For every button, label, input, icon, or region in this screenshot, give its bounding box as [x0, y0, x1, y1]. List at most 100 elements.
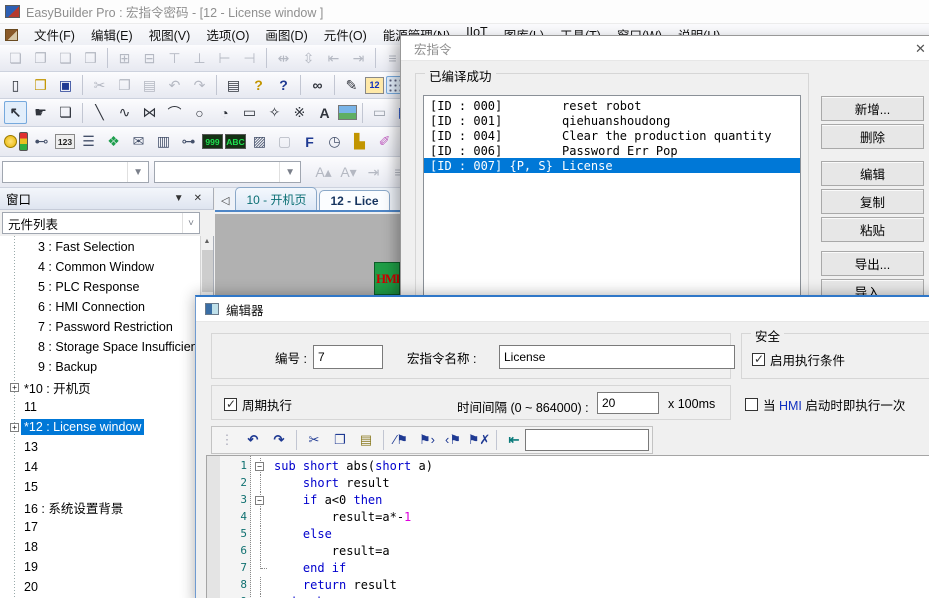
selection-frame-icon[interactable]: ▢	[273, 130, 296, 153]
fold-marker[interactable]: −	[253, 458, 269, 475]
group-icon[interactable]: ❏	[4, 47, 27, 70]
align-bottom-icon[interactable]: ⊥	[188, 47, 211, 70]
breakpoint-prev-icon[interactable]: ‹⚑	[441, 429, 465, 451]
line-tool-icon[interactable]: ╲	[88, 101, 111, 124]
tree-item[interactable]: +*12 : License window	[0, 417, 144, 437]
align-left-icon[interactable]: ⊢	[213, 47, 236, 70]
shape-rect-icon[interactable]: ▭	[368, 101, 391, 124]
menu-item[interactable]: 元件(O)	[316, 23, 375, 46]
macro-search-input[interactable]	[525, 429, 649, 451]
startup-checkbox[interactable]	[745, 398, 758, 411]
macro-id-input[interactable]	[313, 345, 383, 369]
picture-tool-icon[interactable]	[338, 105, 357, 120]
tree-item[interactable]: 6 : HMI Connection	[0, 297, 148, 317]
pen-edit-icon[interactable]: ✎	[340, 74, 363, 97]
menu-item[interactable]: 文件(F)	[26, 23, 83, 46]
tree-item[interactable]: 19	[0, 557, 41, 577]
notification-icon[interactable]: ✉	[127, 130, 150, 153]
export-button[interactable]: 导出...	[821, 251, 924, 276]
edit-button[interactable]: 编辑	[821, 161, 924, 186]
canvas-tab[interactable]: 10 - 开机页	[235, 187, 317, 210]
panel-close-icon[interactable]: ✕	[189, 193, 207, 204]
macro-dialog-titlebar[interactable]: 宏指令	[401, 36, 929, 61]
macro-redo-icon[interactable]: ↷	[267, 429, 291, 451]
option-list-icon[interactable]: ☰	[77, 130, 100, 153]
editor-titlebar[interactable]: 编辑器	[196, 297, 929, 322]
distribute-horizontal-icon[interactable]: ⇹	[272, 47, 295, 70]
macro-paste-icon[interactable]: ▤	[354, 429, 378, 451]
properties-icon[interactable]: ❏	[54, 101, 77, 124]
tree-item[interactable]: 17	[0, 517, 41, 537]
make-same-width-icon[interactable]: ⊞	[113, 47, 136, 70]
delete-button[interactable]: 删除	[821, 124, 924, 149]
data-entry-icon[interactable]: ▥	[152, 130, 175, 153]
menu-item[interactable]: 选项(O)	[198, 23, 257, 46]
bar-graph-icon[interactable]: ▙	[348, 130, 371, 153]
font-larger-icon[interactable]: A▴	[312, 161, 335, 184]
outdent-icon[interactable]: ⇤	[502, 429, 526, 451]
macro-list-row[interactable]: [ID : 001]qiehuanshoudong	[424, 113, 800, 128]
macro-list-row[interactable]: [ID : 000]reset robot	[424, 98, 800, 113]
bring-to-front-icon[interactable]: ❑	[54, 47, 77, 70]
circle-tool-icon[interactable]: ○	[188, 101, 211, 124]
pie-tool-icon[interactable]: ◔	[213, 101, 236, 124]
fold-minus-icon[interactable]: −	[255, 462, 264, 471]
font-smaller-icon[interactable]: A▾	[337, 161, 360, 184]
expand-icon[interactable]: +	[10, 423, 19, 432]
bit-lamp-icon[interactable]	[4, 135, 17, 148]
set-word-icon[interactable]: 123	[55, 134, 75, 149]
make-same-height-icon[interactable]: ⊟	[138, 47, 161, 70]
timer-icon[interactable]: ◷	[323, 130, 346, 153]
hatch-tool-icon[interactable]: ※	[288, 101, 311, 124]
fold-minus-icon[interactable]: −	[255, 496, 264, 505]
cut-icon[interactable]: ✂	[88, 74, 111, 97]
scroll-up-icon[interactable]: ▲	[201, 238, 213, 245]
undo-icon[interactable]: ↶	[163, 74, 186, 97]
enable-condition-checkbox[interactable]	[752, 353, 765, 366]
breakpoint-add-icon[interactable]: ∕⚑	[389, 429, 413, 451]
align-top-icon[interactable]: ⊤	[163, 47, 186, 70]
center-vertical-icon[interactable]: ⇥	[347, 47, 370, 70]
eraser-icon[interactable]: ✐	[373, 130, 396, 153]
macro-cut-icon[interactable]: ✂	[302, 429, 326, 451]
copy-icon[interactable]: ❐	[113, 74, 136, 97]
polyline-tool-icon[interactable]: ⋈	[138, 101, 161, 124]
menu-item[interactable]: 编辑(E)	[83, 23, 141, 46]
macro-list-row[interactable]: [ID : 004]Clear the production quantity	[424, 128, 800, 143]
menu-item[interactable]: 视图(V)	[141, 23, 199, 46]
tree-item[interactable]: 14	[0, 457, 41, 477]
ungroup-icon[interactable]: ❐	[29, 47, 52, 70]
tree-item[interactable]: 8 : Storage Space Insufficient	[0, 337, 204, 357]
code-editor[interactable]: 1−sub short abs(short a)2 short result3−…	[206, 455, 929, 598]
rect-tool-icon[interactable]: ▭	[238, 101, 261, 124]
macro-name-input[interactable]	[499, 345, 735, 369]
tree-item[interactable]: 9 : Backup	[0, 357, 100, 377]
interval-input[interactable]	[597, 392, 659, 414]
help-icon[interactable]: ?	[247, 74, 270, 97]
matrix-display-icon[interactable]: ▨	[248, 130, 271, 153]
send-to-back-icon[interactable]: ❒	[79, 47, 102, 70]
tree-item[interactable]: 11	[0, 397, 40, 417]
center-horizontal-icon[interactable]: ⇤	[322, 47, 345, 70]
text-tool-icon[interactable]: A	[313, 101, 336, 124]
print-icon[interactable]: ▤	[222, 74, 245, 97]
numeric-display-icon[interactable]: 999	[202, 134, 223, 149]
tree-item[interactable]: 16 : 系统设置背景	[0, 497, 126, 517]
canvas-tab[interactable]: 12 - Lice	[319, 190, 389, 210]
new-file-icon[interactable]: ▯	[4, 74, 27, 97]
font-size-combo[interactable]: ▼	[154, 161, 301, 183]
function-key-icon[interactable]: F	[298, 130, 321, 153]
distribute-vertical-icon[interactable]: ⇳	[297, 47, 320, 70]
paste-icon[interactable]: ▤	[138, 74, 161, 97]
hand-tool-icon[interactable]: ☛	[29, 101, 52, 124]
date-time-icon[interactable]: 12	[365, 77, 384, 94]
redo-icon[interactable]: ↷	[188, 74, 211, 97]
tab-nav-left-icon[interactable]: ◁	[215, 194, 235, 210]
toggle-switch-icon[interactable]: ❖	[102, 130, 125, 153]
ascii-display-icon[interactable]: ABC	[225, 134, 246, 149]
breakpoint-next-icon[interactable]: ⚑›	[415, 429, 439, 451]
periodic-checkbox[interactable]	[224, 398, 237, 411]
spline-tool-icon[interactable]: ∿	[113, 101, 136, 124]
find-icon[interactable]: ∞	[306, 74, 329, 97]
polygon-tool-icon[interactable]: ✧	[263, 101, 286, 124]
